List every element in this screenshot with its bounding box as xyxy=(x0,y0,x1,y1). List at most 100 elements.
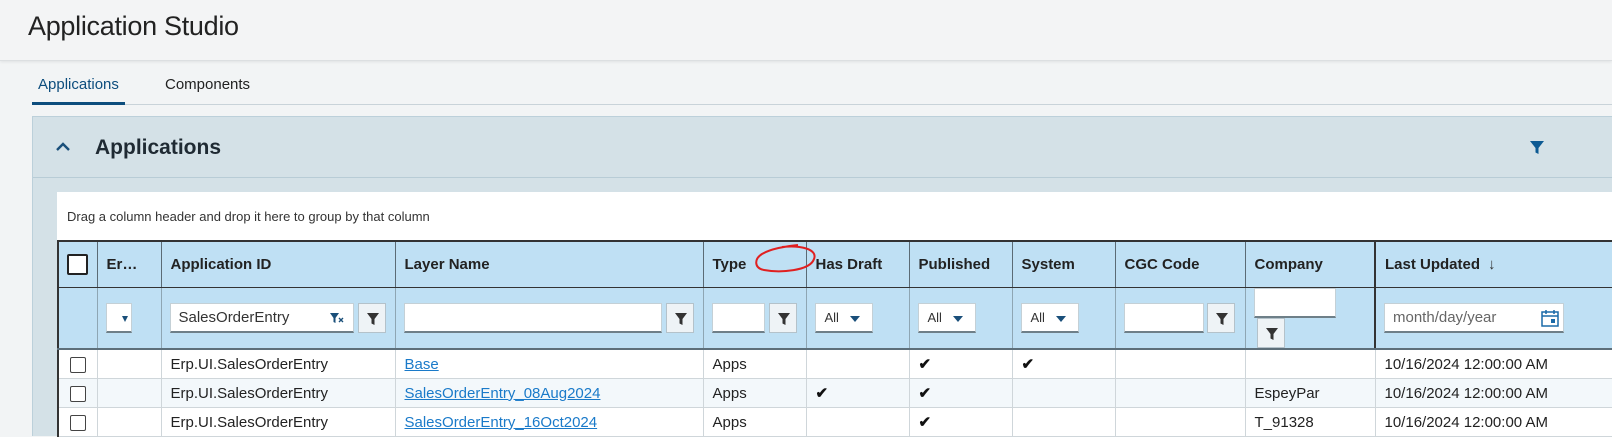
layer-name-link[interactable]: SalesOrderEntry_16Oct2024 xyxy=(405,414,598,431)
table-row[interactable]: Erp.UI.SalesOrderEntry SalesOrderEntry_0… xyxy=(57,378,1612,408)
filter-cell-has-draft: All xyxy=(805,287,910,350)
cgc-code-filter-button[interactable] xyxy=(1206,303,1235,333)
type-filter-button[interactable] xyxy=(768,303,797,333)
table-row[interactable]: Erp.UI.SalesOrderEntry SalesOrderEntry_1… xyxy=(57,407,1612,437)
column-header-has-draft[interactable]: Has Draft xyxy=(805,240,910,288)
filter-cell-select xyxy=(57,287,98,350)
filter-cell-application-id: SalesOrderEntry xyxy=(160,287,396,350)
has-draft-filter-dropdown[interactable]: All xyxy=(814,303,873,333)
filter-icon xyxy=(366,313,379,325)
sort-descending-icon: ↓ xyxy=(1488,256,1496,273)
clear-filter-icon[interactable] xyxy=(329,312,345,326)
select-all-checkbox[interactable] xyxy=(67,254,89,275)
type-cell: Apps xyxy=(702,407,807,437)
column-header-published[interactable]: Published xyxy=(908,240,1013,288)
last-updated-date-input[interactable]: month/day/year xyxy=(1384,303,1564,333)
layer-name-link[interactable]: Base xyxy=(405,356,439,373)
select-all-header[interactable] xyxy=(57,240,98,288)
column-header-type[interactable]: Type xyxy=(702,240,807,288)
cgc-code-filter-input[interactable] xyxy=(1123,303,1204,333)
application-id-cell: Erp.UI.SalesOrderEntry xyxy=(160,378,396,408)
row-select-cell xyxy=(57,378,98,408)
calendar-icon[interactable] xyxy=(1541,310,1559,327)
er-cell xyxy=(96,407,162,437)
layer-name-cell: SalesOrderEntry_16Oct2024 xyxy=(394,407,704,437)
column-header-system[interactable]: System xyxy=(1011,240,1116,288)
system-filter-dropdown[interactable]: All xyxy=(1020,303,1079,333)
cgc-code-cell xyxy=(1114,348,1246,379)
column-headers: Er… Application ID Layer Name Type Has D… xyxy=(57,240,1612,288)
column-header-application-id[interactable]: Application ID xyxy=(160,240,396,288)
filter-icon xyxy=(674,313,687,325)
row-checkbox[interactable] xyxy=(69,414,86,431)
filter-row: SalesOrderEntry All All All month/day/ye… xyxy=(57,287,1612,350)
type-cell: Apps xyxy=(702,378,807,408)
application-id-filter-input[interactable]: SalesOrderEntry xyxy=(169,303,354,333)
filter-cell-company xyxy=(1244,287,1376,350)
caret-down-icon xyxy=(121,316,128,322)
column-header-er[interactable]: Er… xyxy=(96,240,162,288)
published-cell: ✔ xyxy=(908,378,1013,408)
group-by-drop-zone[interactable]: Drag a column header and drop it here to… xyxy=(67,209,430,224)
chevron-up-icon[interactable] xyxy=(53,137,73,157)
published-filter-value: All xyxy=(927,310,942,325)
er-filter-dropdown[interactable] xyxy=(105,303,132,333)
row-checkbox[interactable] xyxy=(69,356,86,373)
last-updated-cell: 10/16/2024 12:00:00 AM xyxy=(1374,378,1612,408)
type-filter-input[interactable] xyxy=(711,303,765,333)
layer-name-filter-input[interactable] xyxy=(403,303,662,333)
caret-down-icon xyxy=(849,316,860,322)
tab-applications[interactable]: Applications xyxy=(32,76,125,105)
layer-name-cell: SalesOrderEntry_08Aug2024 xyxy=(394,378,704,408)
published-cell: ✔ xyxy=(908,407,1013,437)
column-header-layer-name[interactable]: Layer Name xyxy=(394,240,704,288)
company-filter-input[interactable] xyxy=(1253,288,1336,318)
row-checkbox[interactable] xyxy=(69,385,86,402)
table-row[interactable]: Erp.UI.SalesOrderEntry Base Apps ✔ ✔ 10/… xyxy=(57,348,1612,379)
application-id-cell: Erp.UI.SalesOrderEntry xyxy=(160,407,396,437)
has-draft-cell xyxy=(805,348,910,379)
filter-cell-last-updated: month/day/year xyxy=(1374,287,1612,350)
column-header-last-updated[interactable]: Last Updated ↓ xyxy=(1374,240,1612,288)
filter-cell-er xyxy=(96,287,162,350)
system-cell: ✔ xyxy=(1011,348,1116,379)
system-filter-value: All xyxy=(1030,310,1045,325)
er-cell xyxy=(96,378,162,408)
application-id-cell: Erp.UI.SalesOrderEntry xyxy=(160,348,396,379)
company-filter-button[interactable] xyxy=(1256,318,1285,348)
application-id-filter-button[interactable] xyxy=(357,303,386,333)
filter-icon[interactable] xyxy=(1528,139,1546,157)
row-select-cell xyxy=(57,407,98,437)
last-updated-cell: 10/16/2024 12:00:00 AM xyxy=(1374,348,1612,379)
tab-components[interactable]: Components xyxy=(159,76,256,102)
company-cell xyxy=(1244,348,1376,379)
layer-name-cell: Base xyxy=(394,348,704,379)
row-select-cell xyxy=(57,348,98,379)
published-filter-dropdown[interactable]: All xyxy=(917,303,976,333)
page-title: Application Studio xyxy=(28,11,239,41)
panel-title: Applications xyxy=(95,136,222,159)
has-draft-cell xyxy=(805,407,910,437)
has-draft-cell: ✔ xyxy=(805,378,910,408)
filter-cell-published: All xyxy=(908,287,1013,350)
filter-cell-system: All xyxy=(1011,287,1116,350)
column-header-company[interactable]: Company xyxy=(1244,240,1376,288)
layer-name-link[interactable]: SalesOrderEntry_08Aug2024 xyxy=(405,385,601,402)
filter-icon xyxy=(1265,328,1278,340)
applications-panel: Applications Drag a column header and dr… xyxy=(32,116,1612,437)
application-id-filter-value: SalesOrderEntry xyxy=(178,309,290,326)
company-cell: EspeyPar xyxy=(1244,378,1376,408)
filter-icon xyxy=(1215,313,1228,325)
filter-cell-layer-name xyxy=(394,287,704,350)
published-cell: ✔ xyxy=(908,348,1013,379)
layer-name-filter-button[interactable] xyxy=(665,303,694,333)
caret-down-icon xyxy=(952,316,963,322)
system-cell xyxy=(1011,378,1116,408)
type-cell: Apps xyxy=(702,348,807,379)
cgc-code-cell xyxy=(1114,407,1246,437)
tab-bar: Applications Components xyxy=(32,64,1612,105)
filter-cell-type xyxy=(702,287,807,350)
column-header-cgc-code[interactable]: CGC Code xyxy=(1114,240,1246,288)
applications-table: Er… Application ID Layer Name Type Has D… xyxy=(57,240,1612,437)
filter-cell-cgc-code xyxy=(1114,287,1246,350)
